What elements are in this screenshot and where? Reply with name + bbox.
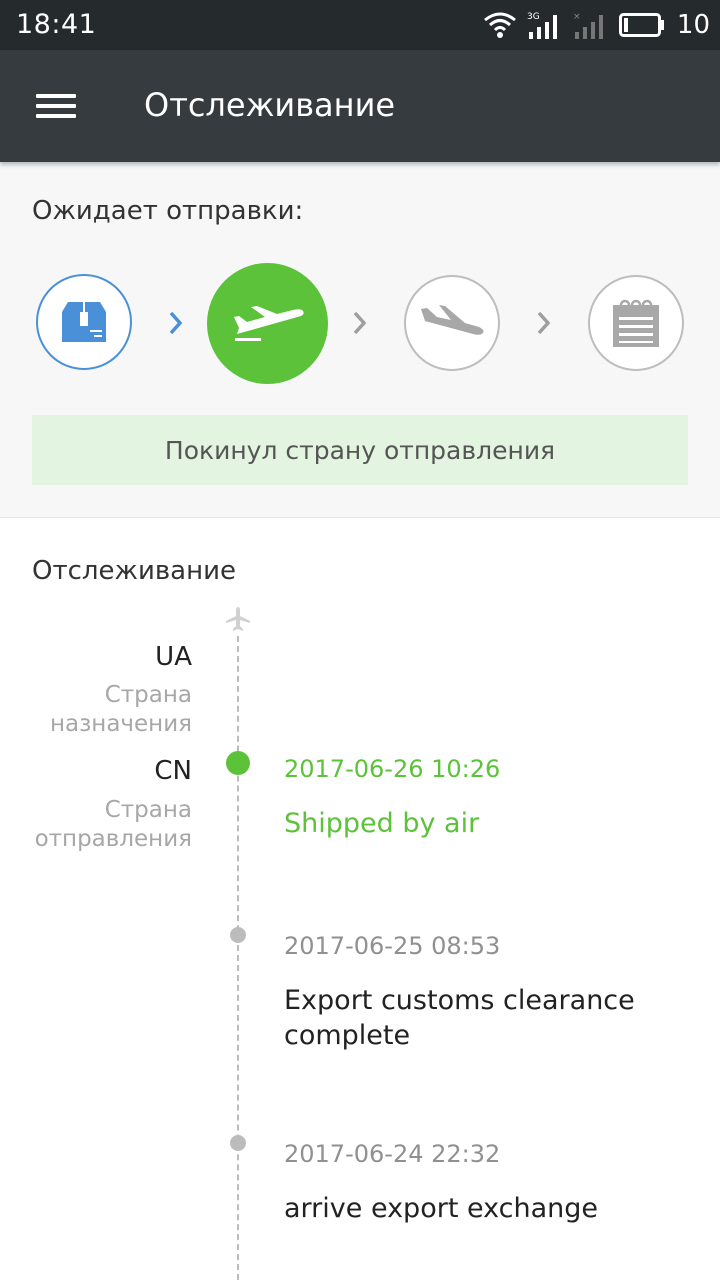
event-date: 2017-06-25 08:53 [284, 932, 501, 960]
destination-code: UA [155, 642, 192, 672]
notepad-icon [613, 299, 659, 347]
package-icon [62, 302, 106, 342]
signal-empty-icon: × [573, 12, 603, 39]
plane-icon [226, 607, 250, 631]
page-title: Отслеживание [144, 86, 396, 124]
event-text: arrive export exchange [284, 1193, 598, 1224]
step-packed [36, 274, 132, 370]
menu-icon [36, 94, 76, 98]
origin-code: CN [154, 756, 192, 786]
origin-label: Страна отправления [34, 797, 192, 852]
chevron-right-icon [353, 311, 367, 335]
step-arrived [404, 275, 500, 371]
chevron-right-icon [537, 311, 551, 335]
network-type: 3G [527, 12, 540, 22]
chevron-right-icon [169, 311, 183, 335]
status-bar: 18:41 3G × 10 [0, 0, 720, 50]
current-status-banner: Покинул страну отправления [32, 415, 688, 485]
plane-landing-icon [421, 305, 484, 335]
step-delivered [588, 275, 684, 371]
event-date: 2017-06-26 10:26 [284, 755, 501, 783]
timeline-dot-active [226, 751, 250, 775]
timeline-dot [230, 927, 246, 943]
status-time: 18:41 [16, 9, 97, 40]
event-text: Export customs clearance complete [284, 985, 635, 1051]
destination-label: Страна назначения [49, 682, 192, 737]
step-departed [207, 263, 328, 384]
event-text: Shipped by air [284, 808, 480, 839]
timeline-dot [230, 1135, 246, 1151]
status-indicators: 3G × 10 [483, 8, 710, 42]
battery-icon [618, 13, 664, 37]
app-bar: Отслеживание [0, 50, 720, 162]
wifi-icon [483, 12, 516, 38]
svg-text:×: × [573, 12, 581, 22]
tracking-title: Отслеживание [32, 556, 236, 586]
menu-button[interactable] [30, 88, 80, 124]
signal-3g-icon: 3G [527, 12, 557, 39]
timeline-line [237, 636, 239, 1280]
shipment-summary: Ожидает отправки: Покинул страну отправл… [0, 162, 720, 518]
plane-takeoff-icon [233, 305, 304, 341]
battery-level: 10 [676, 10, 710, 40]
event-date: 2017-06-24 22:32 [284, 1140, 501, 1168]
summary-label: Ожидает отправки: [32, 196, 304, 226]
